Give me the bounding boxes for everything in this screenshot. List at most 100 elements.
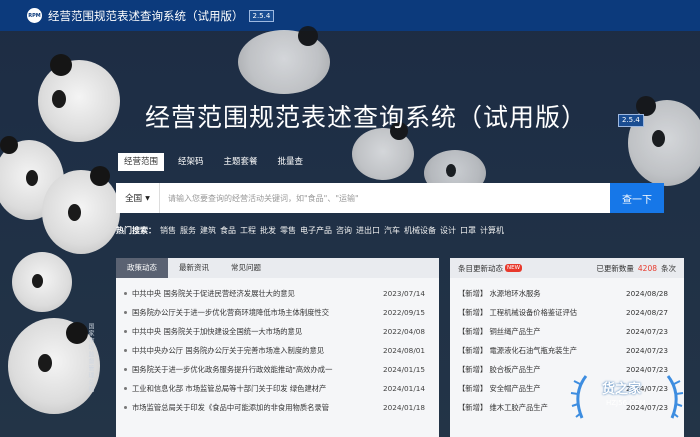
- top-bar: RPM 经营范围规范表述查询系统（试用版） 2.5.4: [0, 0, 700, 31]
- news-title: 中共中央 国务院关于促进民营经济发展壮大的意见: [132, 288, 295, 298]
- update-title: 【新增】 電源液化石油气瓶充装生产: [458, 345, 578, 355]
- list-item[interactable]: 【新增】 電源液化石油气瓶充装生产 2024/07/23: [450, 341, 684, 360]
- bullet-icon: [124, 406, 127, 409]
- hot-word[interactable]: 设计: [440, 225, 456, 236]
- update-title: 【新增】 工程机械设备价格鉴证评估: [458, 307, 578, 317]
- update-date: 2024/08/28: [626, 289, 669, 298]
- watermark-logo: 货之家 HZJ56.COM: [566, 368, 688, 426]
- panda-eye: [68, 204, 81, 221]
- bullet-icon: [124, 349, 127, 352]
- search-bar: 全国 ▼ 查一下: [116, 183, 664, 213]
- hot-word[interactable]: 口罩: [460, 225, 476, 236]
- list-item[interactable]: 工业和信息化部 市场监管总局等十部门关于印发 绿色建材产 2024/01/14: [116, 379, 439, 398]
- update-date: 2024/08/27: [626, 308, 669, 317]
- updates-title[interactable]: 条目更新动态: [458, 263, 503, 274]
- hot-search-label: 热门搜索：: [116, 226, 156, 235]
- new-badge: NEW: [505, 264, 523, 272]
- panda-ear: [50, 54, 72, 76]
- hot-word[interactable]: 建筑: [200, 225, 216, 236]
- panda-eye: [38, 354, 52, 372]
- news-date: 2024/01/14: [383, 384, 426, 393]
- panda-eye: [32, 274, 43, 288]
- hot-word[interactable]: 销售: [160, 225, 176, 236]
- bullet-icon: [124, 368, 127, 371]
- news-title: 中共中央 国务院关于加快建设全国统一大市场的意见: [132, 326, 303, 336]
- hot-word[interactable]: 批发: [260, 225, 276, 236]
- search-tabs: 经营范围 经架码 主题套餐 批量查: [118, 153, 317, 171]
- bullet-icon: [124, 311, 127, 314]
- tab-theme-package[interactable]: 主题套餐: [218, 153, 264, 171]
- hot-word[interactable]: 食品: [220, 225, 236, 236]
- hot-word[interactable]: 汽车: [384, 225, 400, 236]
- update-count: 4208: [637, 263, 657, 273]
- panda-ear: [0, 136, 18, 154]
- watermark-text: 货之家: [602, 382, 642, 397]
- search-input[interactable]: [160, 183, 610, 213]
- hot-search: 热门搜索： 销售 服务 建筑 食品 工程 批发 零售 电子产品 咨询 进出口 汽…: [116, 225, 508, 236]
- update-count-unit: 条次: [661, 263, 676, 273]
- update-date: 2024/07/23: [626, 346, 669, 355]
- hot-word[interactable]: 电子产品: [300, 225, 332, 236]
- update-title: 【新增】 铜丝绳产品生产: [458, 326, 541, 336]
- tab-batch-query[interactable]: 批量查: [272, 153, 310, 171]
- updates-header: 条目更新动态 NEW 已更新数量 4208 条次: [450, 258, 684, 278]
- news-date: 2022/04/08: [383, 327, 426, 336]
- hot-word[interactable]: 工程: [240, 225, 256, 236]
- panda-eye: [652, 130, 665, 147]
- scope-select[interactable]: 全国 ▼: [116, 183, 160, 213]
- tab-code[interactable]: 经架码: [172, 153, 210, 171]
- news-date: 2024/08/01: [383, 346, 426, 355]
- list-item[interactable]: 中共中央 国务院关于促进民营经济发展壮大的意见 2023/07/14: [116, 284, 439, 303]
- hero-version-badge: 2.5.4: [618, 114, 644, 127]
- panda-ear: [90, 166, 110, 186]
- side-vertical-text: 国家市场监督管理总局: [87, 323, 94, 393]
- bullet-icon: [124, 330, 127, 333]
- tab-faq[interactable]: 常见问题: [220, 258, 272, 278]
- news-date: 2023/07/14: [383, 289, 426, 298]
- news-panel: 政策动态 最新资讯 常见问题 中共中央 国务院关于促进民营经济发展壮大的意见 20…: [116, 258, 439, 437]
- panda-ear: [636, 96, 656, 116]
- hot-word[interactable]: 咨询: [336, 225, 352, 236]
- news-title: 中共中央办公厅 国务院办公厅关于完善市场准入制度的意见: [132, 345, 325, 355]
- hot-word[interactable]: 机械设备: [404, 225, 436, 236]
- panda-eye: [26, 170, 38, 186]
- panda-eye: [52, 90, 66, 108]
- watermark-url: HZJ56.COM: [606, 399, 646, 407]
- list-item[interactable]: 国务院关于进一步优化政务服务提升行政效能推动"高效办成一 2024/01/15: [116, 360, 439, 379]
- tab-policy-news[interactable]: 政策动态: [116, 258, 168, 278]
- list-item[interactable]: 市场监管总局关于印发《食品中可能添加的非食用物质名录管 2024/01/18: [116, 398, 439, 417]
- list-item[interactable]: 【新增】 水源地环水服务 2024/08/28: [450, 284, 684, 303]
- search-button[interactable]: 查一下: [610, 183, 664, 213]
- hot-word[interactable]: 计算机: [480, 225, 504, 236]
- update-date: 2024/07/23: [626, 327, 669, 336]
- panda-image: [238, 26, 330, 94]
- panda-ear: [66, 322, 88, 344]
- panda-image: [628, 96, 700, 186]
- list-item[interactable]: 【新增】 工程机械设备价格鉴证评估 2024/08/27: [450, 303, 684, 322]
- tab-latest-news[interactable]: 最新资讯: [168, 258, 220, 278]
- news-title: 国务院关于进一步优化政务服务提升行政效能推动"高效办成一: [132, 364, 333, 374]
- panda-image: [352, 122, 414, 180]
- hot-word[interactable]: 服务: [180, 225, 196, 236]
- panda-image: [12, 252, 72, 312]
- hot-word[interactable]: 零售: [280, 225, 296, 236]
- bullet-icon: [124, 292, 127, 295]
- list-item[interactable]: 中共中央办公厅 国务院办公厅关于完善市场准入制度的意见 2024/08/01: [116, 341, 439, 360]
- panda-ear: [298, 26, 318, 46]
- logo-icon[interactable]: RPM: [27, 8, 42, 23]
- list-item[interactable]: 国务院办公厅关于进一步优化营商环境降低市场主体制度性交 2022/09/15: [116, 303, 439, 322]
- list-item[interactable]: 【新增】 铜丝绳产品生产 2024/07/23: [450, 322, 684, 341]
- news-tabs: 政策动态 最新资讯 常见问题: [116, 258, 439, 278]
- list-item[interactable]: 中共中央 国务院关于加快建设全国统一大市场的意见 2022/04/08: [116, 322, 439, 341]
- version-badge: 2.5.4: [248, 9, 275, 22]
- tab-business-scope[interactable]: 经营范围: [118, 153, 165, 171]
- hot-word[interactable]: 进出口: [356, 225, 380, 236]
- news-title: 工业和信息化部 市场监管总局等十部门关于印发 绿色建材产: [132, 383, 327, 393]
- news-list: 中共中央 国务院关于促进民营经济发展壮大的意见 2023/07/14 国务院办公厅…: [116, 278, 439, 417]
- app-title: 经营范围规范表述查询系统（试用版）: [48, 8, 244, 23]
- news-date: 2022/09/15: [383, 308, 426, 317]
- laurel-icon: [570, 375, 684, 419]
- news-title: 国务院办公厅关于进一步优化营商环境降低市场主体制度性交: [132, 307, 330, 317]
- news-title: 市场监管总局关于印发《食品中可能添加的非食用物质名录管: [132, 402, 330, 412]
- update-title: 【新增】 水源地环水服务: [458, 288, 541, 298]
